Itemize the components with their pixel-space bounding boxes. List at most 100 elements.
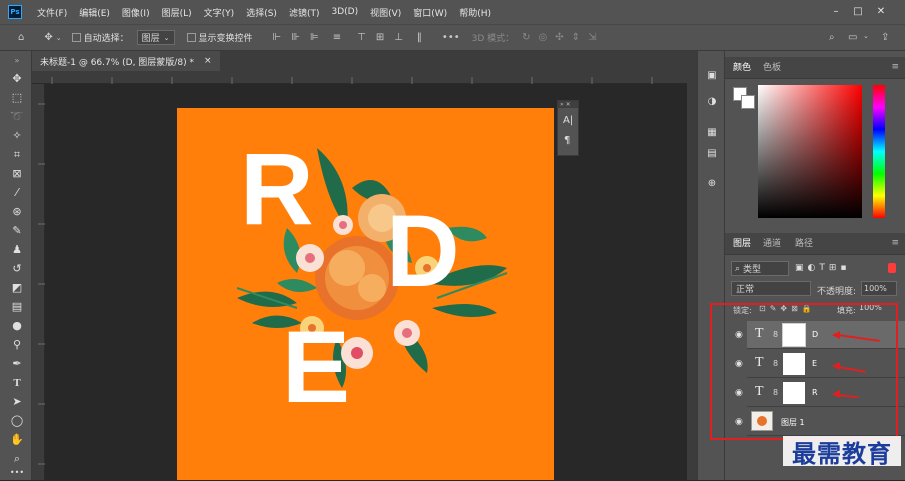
align-top-icon[interactable]: ⊤ xyxy=(357,32,366,43)
menu-window[interactable]: 窗口(W) xyxy=(407,6,453,19)
lasso-tool-icon[interactable]: ➰ xyxy=(9,109,25,125)
distribute-icon[interactable]: ≡ xyxy=(333,32,341,43)
show-transform-label: 显示变换控件 xyxy=(198,34,253,44)
hue-slider[interactable] xyxy=(873,85,885,218)
slide-3d-icon[interactable]: ⇕ xyxy=(572,32,580,43)
letter-e: E xyxy=(282,310,351,424)
align-bottom-icon[interactable]: ⊥ xyxy=(394,32,403,43)
color-field[interactable] xyxy=(758,85,862,218)
tab-color[interactable]: 颜色 xyxy=(733,57,751,79)
menu-select[interactable]: 选择(S) xyxy=(240,6,283,19)
auto-select-dropdown[interactable]: 图层 ⌄ xyxy=(136,30,175,45)
history-brush-tool-icon[interactable]: ↺ xyxy=(9,261,25,277)
tab-paths[interactable]: 路径 xyxy=(795,233,813,255)
floral-artwork xyxy=(236,148,508,388)
blend-mode-dropdown[interactable]: 正常 xyxy=(731,281,811,296)
hand-tool-icon[interactable]: ✋ xyxy=(9,432,25,448)
color-panel-tabs: 颜色 色板 ≡ xyxy=(725,57,905,79)
pen-tool-icon[interactable]: ✒ xyxy=(9,356,25,372)
libraries-panel-icon[interactable]: ▦ xyxy=(705,126,719,140)
align-left-icon[interactable]: ⊩ xyxy=(273,32,282,43)
stamp-tool-icon[interactable]: ♟ xyxy=(9,242,25,258)
letter-d: D xyxy=(386,194,460,308)
tab-channels[interactable]: 通道 xyxy=(763,233,781,255)
align-right-icon[interactable]: ⊫ xyxy=(310,32,319,43)
layers-panel-tabs: 图层 通道 路径 ≡ xyxy=(725,233,905,255)
auto-select-option[interactable]: 自动选择： xyxy=(71,31,129,44)
menu-file[interactable]: 文件(F) xyxy=(31,6,73,19)
opacity-input[interactable]: 100% xyxy=(861,281,897,296)
orbit-3d-icon[interactable]: ↻ xyxy=(522,32,530,43)
frame-tool-icon[interactable]: ⊠ xyxy=(9,166,25,182)
vertical-scrollbar[interactable] xyxy=(687,51,697,480)
menu-3d[interactable]: 3D(D) xyxy=(325,7,364,17)
more-tools-icon[interactable]: ••• xyxy=(9,465,25,481)
show-transform-option[interactable]: 显示变换控件 xyxy=(186,31,253,44)
close-tab-icon[interactable]: × xyxy=(204,56,212,66)
workspace-icon[interactable]: ▭ xyxy=(848,32,857,43)
crop-tool-icon[interactable]: ⌗ xyxy=(9,147,25,163)
panel-menu-icon[interactable]: ≡ xyxy=(891,62,899,72)
show-transform-checkbox[interactable] xyxy=(186,33,196,42)
search-icon[interactable]: ⌕ xyxy=(829,32,835,43)
paragraph-panel-icon[interactable]: ¶ xyxy=(564,135,570,146)
blur-tool-icon[interactable]: ● xyxy=(9,318,25,334)
restore-icon[interactable]: □ xyxy=(851,5,865,19)
home-icon[interactable]: ⌂ xyxy=(18,32,24,43)
layer-filter-icons[interactable]: ▣◐T⊞▪ xyxy=(795,263,851,273)
menu-edit[interactable]: 编辑(E) xyxy=(73,6,116,19)
eyedropper-tool-icon[interactable]: ⁄ xyxy=(9,185,25,201)
tab-layers[interactable]: 图层 xyxy=(733,233,751,255)
tab-swatches[interactable]: 色板 xyxy=(763,57,781,79)
share-icon[interactable]: ⇪ xyxy=(881,32,889,43)
menu-image[interactable]: 图像(I) xyxy=(116,6,156,19)
filter-toggle-icon[interactable] xyxy=(888,263,896,273)
background-color-swatch[interactable] xyxy=(741,95,755,109)
collapse-toolbar-icon[interactable]: » xyxy=(9,53,25,69)
magic-wand-tool-icon[interactable]: ✧ xyxy=(9,128,25,144)
path-selection-tool-icon[interactable]: ➤ xyxy=(9,394,25,410)
align-center-icon[interactable]: ⊪ xyxy=(291,32,300,43)
scale-3d-icon[interactable]: ⇲ xyxy=(588,32,596,43)
move-tool-icon[interactable]: ✥ xyxy=(9,71,25,87)
dodge-tool-icon[interactable]: ⚲ xyxy=(9,337,25,353)
history-panel-icon[interactable]: ▣ xyxy=(705,69,719,83)
menu-filter[interactable]: 滤镜(T) xyxy=(283,6,326,19)
auto-select-checkbox[interactable] xyxy=(71,33,81,42)
brush-tool-icon[interactable]: ✎ xyxy=(9,223,25,239)
shape-tool-icon[interactable]: ◯ xyxy=(9,413,25,429)
chevron-down-icon: ⌄ xyxy=(163,33,170,42)
document-tab[interactable]: 未标题-1 @ 66.7% (D, 图层蒙版/8) * × xyxy=(32,51,220,71)
minimize-icon[interactable]: – xyxy=(829,5,843,19)
gradient-tool-icon[interactable]: ▤ xyxy=(9,299,25,315)
mini-panel-header[interactable]: » ✕ xyxy=(558,101,578,108)
options-bar: ⌂ ✥ ⌄ 自动选择： 图层 ⌄ 显示变换控件 ⊩ ⊪ ⊫ ≡ ⊤ ⊞ ⊥ ‖ … xyxy=(0,24,905,51)
properties-panel-icon[interactable]: ▤ xyxy=(705,147,719,161)
menu-type[interactable]: 文字(Y) xyxy=(198,6,241,19)
character-panel-icon[interactable]: A| xyxy=(563,115,573,126)
document-canvas[interactable]: R D E xyxy=(177,108,554,480)
menu-view[interactable]: 视图(V) xyxy=(364,6,407,19)
letter-r: R xyxy=(240,132,314,246)
healing-brush-tool-icon[interactable]: ⊛ xyxy=(9,204,25,220)
close-icon[interactable]: ✕ xyxy=(874,5,888,19)
move-tool-icon[interactable]: ✥ xyxy=(44,32,52,43)
chevron-down-icon[interactable]: ⌄ xyxy=(863,32,869,40)
menu-layer[interactable]: 图层(L) xyxy=(156,6,198,19)
opacity-label: 不透明度: xyxy=(817,287,857,297)
marquee-tool-icon[interactable]: ⬚ xyxy=(9,90,25,106)
drag-3d-icon[interactable]: ✣ xyxy=(555,32,563,43)
distribute-vertical-icon[interactable]: ‖ xyxy=(417,32,422,43)
eraser-tool-icon[interactable]: ◩ xyxy=(9,280,25,296)
layer-filter-dropdown[interactable]: ⌕ 类型 xyxy=(731,261,789,276)
more-options-icon[interactable]: ••• xyxy=(442,32,460,43)
horizontal-ruler xyxy=(32,71,687,84)
menu-help[interactable]: 帮助(H) xyxy=(453,6,497,19)
adjustments-panel-icon[interactable]: ◑ xyxy=(705,95,719,109)
align-middle-icon[interactable]: ⊞ xyxy=(376,32,384,43)
roll-3d-icon[interactable]: ◎ xyxy=(539,32,548,43)
type-tool-icon[interactable]: T xyxy=(9,375,25,391)
panel-menu-icon[interactable]: ≡ xyxy=(891,238,899,248)
chevron-down-icon[interactable]: ⌄ xyxy=(56,34,62,42)
navigator-panel-icon[interactable]: ⊕ xyxy=(705,177,719,191)
